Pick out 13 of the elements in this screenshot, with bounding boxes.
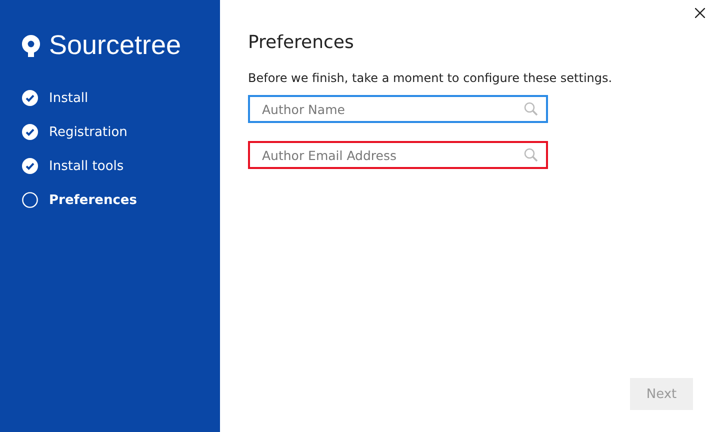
search-icon	[524, 148, 538, 162]
step-label: Registration	[49, 124, 128, 140]
step-label: Install tools	[49, 158, 124, 174]
logo-icon	[22, 34, 40, 56]
step-label: Install	[49, 90, 88, 106]
search-icon	[524, 102, 538, 116]
page-title: Preferences	[248, 32, 355, 53]
step-label: Preferences	[49, 192, 137, 208]
close-icon[interactable]	[695, 8, 705, 18]
input-field[interactable]: Author Email Address	[248, 141, 548, 169]
description: Before we finish, take a moment to configure these settings.	[248, 71, 614, 85]
input-field[interactable]: Author Name	[248, 95, 548, 123]
app-name: Sourcetree	[49, 30, 182, 61]
